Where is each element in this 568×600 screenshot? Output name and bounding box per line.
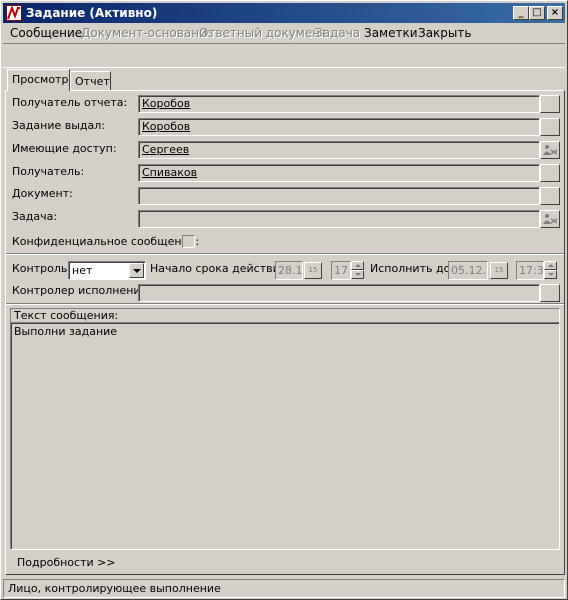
people-lookup-icon [543, 214, 558, 224]
due-label: Исполнить до: [370, 262, 454, 275]
menu-close[interactable]: Закрыть [418, 26, 471, 40]
close-button[interactable]: × [547, 6, 563, 20]
task-field[interactable] [138, 210, 540, 228]
report-recipient-field[interactable]: Коробов [138, 95, 540, 113]
tab-report[interactable]: Отчет [70, 71, 111, 91]
start-time-field[interactable]: 17 [331, 261, 351, 280]
window-title: Задание (Активно) [26, 6, 158, 20]
divider [6, 303, 564, 305]
recipient-label: Получатель: [12, 165, 85, 178]
report-recipient-label: Получатель отчета: [12, 96, 128, 109]
spin-down-icon[interactable] [544, 270, 557, 279]
status-bar: Лицо, контролирующее выполнение [3, 579, 565, 598]
minimize-button[interactable]: _ [513, 6, 529, 20]
start-label: Начало срока действия [150, 262, 287, 275]
recipient-lookup-button[interactable] [540, 164, 560, 182]
control-label: Контроль: [12, 262, 72, 275]
access-people-button[interactable] [540, 141, 560, 159]
access-field[interactable]: Сергеев [138, 141, 540, 159]
report-recipient-lookup-button[interactable] [540, 95, 560, 113]
recipient-field[interactable]: Спиваков [138, 164, 540, 182]
assigned-by-field[interactable]: Коробов [138, 118, 540, 136]
menu-task[interactable]: Задача [315, 26, 360, 40]
app-logo-icon [6, 5, 22, 21]
start-date-field[interactable]: 28.1 [275, 261, 303, 280]
controller-field[interactable] [138, 284, 540, 302]
access-label: Имеющие доступ: [12, 142, 117, 155]
start-date-calendar-button[interactable]: 15 [304, 262, 322, 279]
due-date-field[interactable]: 05.12.2 [448, 261, 488, 280]
divider [6, 253, 564, 255]
report-recipient-value: Коробов [142, 97, 191, 110]
maximize-button[interactable]: □ [529, 6, 545, 20]
details-button[interactable]: Подробности >> [13, 554, 133, 572]
document-lookup-button[interactable] [540, 187, 560, 205]
controller-label: Контролер исполнения: [12, 284, 151, 297]
confidential-checkbox[interactable] [182, 235, 195, 248]
assigned-by-value: Коробов [142, 120, 191, 133]
assigned-by-label: Задание выдал: [12, 119, 105, 132]
due-time-field[interactable]: 17:3 [516, 261, 544, 280]
message-header: Текст сообщения: [10, 308, 560, 322]
control-select[interactable]: нет [68, 261, 146, 280]
calendar-icon: 15 [494, 266, 504, 274]
spin-down-icon[interactable] [351, 270, 364, 279]
control-select-value: нет [72, 264, 93, 277]
calendar-icon: 15 [308, 266, 318, 274]
menu-source-document[interactable]: Документ-основание [81, 26, 214, 40]
toolbar-strip [3, 43, 565, 68]
message-body: Выполни задание [14, 325, 118, 338]
tab-view[interactable]: Просмотр [7, 69, 70, 91]
access-value: Сергеев [142, 143, 190, 156]
people-lookup-icon [543, 145, 558, 155]
document-field[interactable] [138, 187, 540, 205]
chevron-down-icon[interactable] [129, 263, 144, 278]
menu-bar: Сообщение Документ-основание Ответный до… [3, 24, 565, 42]
document-label: Документ: [12, 187, 73, 200]
task-people-button[interactable] [540, 210, 560, 228]
confidential-label: Конфиденциальное сообщение: [12, 235, 200, 248]
title-bar[interactable]: Задание (Активно) _ □ × [3, 3, 565, 23]
due-time-spinner[interactable] [544, 261, 557, 280]
menu-notes[interactable]: Заметки [364, 26, 418, 40]
main-window: Задание (Активно) _ □ × Сообщение Докуме… [0, 0, 568, 600]
start-time-spinner[interactable] [351, 261, 364, 280]
menu-message[interactable]: Сообщение [10, 26, 82, 40]
spin-up-icon[interactable] [544, 261, 557, 270]
due-date-calendar-button[interactable]: 15 [490, 262, 508, 279]
task-label: Задача: [12, 210, 58, 223]
recipient-value: Спиваков [142, 166, 198, 179]
message-textarea[interactable]: Выполни задание [10, 322, 560, 550]
spin-up-icon[interactable] [351, 261, 364, 270]
controller-lookup-button[interactable] [540, 284, 560, 302]
menu-reply-document[interactable]: Ответный документ [199, 26, 327, 40]
assigned-by-lookup-button[interactable] [540, 118, 560, 136]
